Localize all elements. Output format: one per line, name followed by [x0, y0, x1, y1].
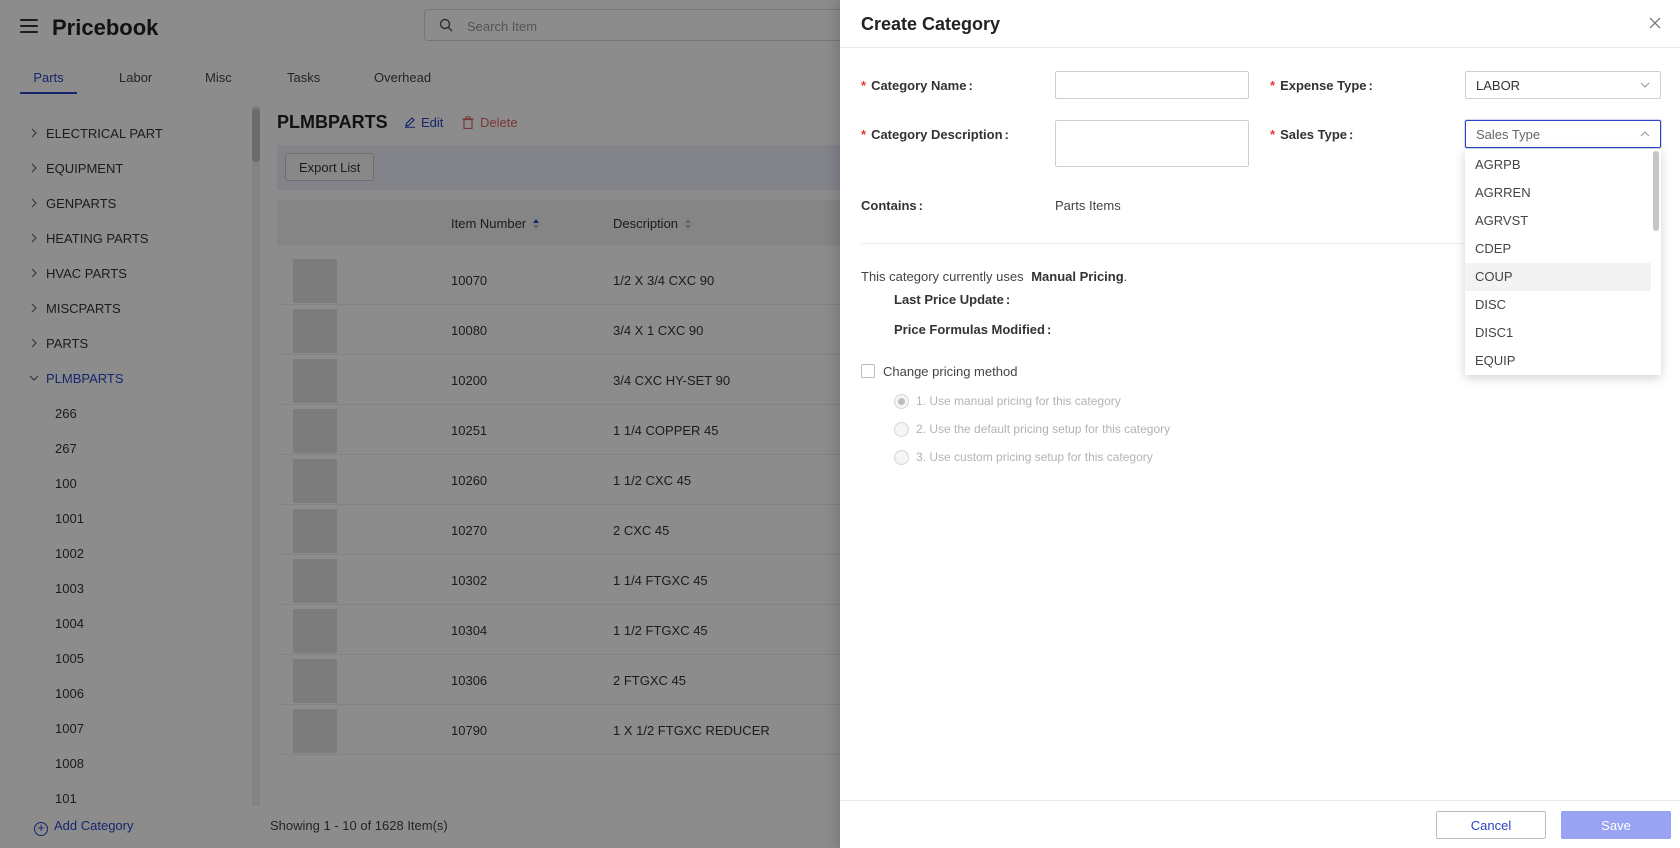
checkbox-box[interactable] — [861, 364, 875, 378]
radio-label: 3. Use custom pricing setup for this cat… — [916, 450, 1153, 464]
field-label-text: Sales Type — [1280, 127, 1348, 142]
expense-type-select[interactable]: LABOR — [1465, 71, 1661, 99]
scrollbar-thumb[interactable] — [1653, 151, 1659, 231]
modal-backdrop[interactable] — [0, 0, 840, 848]
chevron-down-icon — [1640, 82, 1650, 88]
drawer-header: Create Category — [840, 0, 1680, 48]
chevron-up-icon — [1640, 131, 1650, 137]
label-colon: : — [918, 198, 923, 213]
drawer-title: Create Category — [861, 14, 1001, 34]
category-description-label: * Category Description: — [861, 127, 1009, 142]
dropdown-scrollbar[interactable] — [1653, 151, 1659, 373]
field-label-text: Last Price Update — [894, 292, 1004, 307]
change-pricing-label: Change pricing method — [883, 364, 1018, 379]
label-colon: : — [1005, 292, 1011, 307]
sales-type-option[interactable]: DISC1 — [1465, 319, 1651, 347]
label-colon: : — [1004, 127, 1009, 142]
field-label-text: Price Formulas Modified — [894, 322, 1045, 337]
contains-value: Parts Items — [1055, 198, 1121, 213]
field-label-text: Expense Type — [1280, 78, 1367, 93]
sales-type-option[interactable]: AGRVST — [1465, 207, 1651, 235]
create-category-drawer: Create Category * Category Name: * Expense… — [840, 0, 1680, 848]
pricing-period: . — [1123, 269, 1128, 284]
cancel-button[interactable]: Cancel — [1436, 811, 1546, 839]
field-label-text: Category Description — [871, 127, 1003, 142]
close-icon[interactable] — [1648, 16, 1662, 30]
pricing-summary: This category currently uses Manual Pric… — [861, 269, 1127, 284]
required-marker: * — [861, 127, 867, 142]
category-description-input[interactable] — [1056, 121, 1248, 166]
sales-type-option[interactable]: EQUIP — [1465, 347, 1651, 375]
expense-type-value: LABOR — [1476, 78, 1521, 93]
sales-type-placeholder: Sales Type — [1476, 127, 1541, 142]
price-formulas-modified-label: Price Formulas Modified: — [894, 322, 1051, 337]
expense-type-label: * Expense Type: — [1270, 78, 1373, 93]
save-button[interactable]: Save — [1561, 811, 1671, 839]
pricing-method: Manual Pricing — [1031, 269, 1124, 284]
category-description-field[interactable] — [1055, 120, 1249, 167]
required-marker: * — [1270, 127, 1276, 142]
label-colon: : — [1349, 127, 1354, 142]
sales-type-select[interactable]: Sales Type — [1465, 120, 1661, 148]
radio-button[interactable] — [894, 450, 909, 465]
pricing-summary-text: This category currently uses — [861, 269, 1024, 284]
radio-button[interactable] — [894, 394, 909, 409]
radio-label: 2. Use the default pricing setup for thi… — [916, 422, 1171, 436]
category-name-field[interactable] — [1055, 71, 1249, 99]
last-price-update-label: Last Price Update: — [894, 292, 1010, 307]
label-colon: : — [1046, 322, 1052, 337]
sales-type-option[interactable]: AGRPB — [1465, 151, 1651, 179]
contains-label: Contains: — [861, 198, 923, 213]
sales-type-option[interactable]: DISC — [1465, 291, 1651, 319]
required-marker: * — [1270, 78, 1276, 93]
sales-type-dropdown: AGRPB AGRREN AGRVST CDEP COUP DISC DISC1… — [1465, 149, 1661, 375]
label-colon: : — [1368, 78, 1373, 93]
sales-type-option[interactable]: CDEP — [1465, 235, 1651, 263]
radio-button[interactable] — [894, 422, 909, 437]
required-marker: * — [861, 78, 867, 93]
radio-label: 1. Use manual pricing for this category — [916, 394, 1121, 408]
category-name-label: * Category Name: — [861, 78, 973, 93]
sales-type-option-hovered[interactable]: COUP — [1465, 263, 1651, 291]
field-label-text: Category Name — [871, 78, 967, 93]
sales-type-label: * Sales Type: — [1270, 127, 1353, 142]
field-label-text: Contains — [861, 198, 917, 213]
label-colon: : — [968, 78, 973, 93]
drawer-footer: Cancel Save — [840, 800, 1680, 848]
sales-type-option[interactable]: AGRREN — [1465, 179, 1651, 207]
category-name-input[interactable] — [1056, 72, 1248, 98]
